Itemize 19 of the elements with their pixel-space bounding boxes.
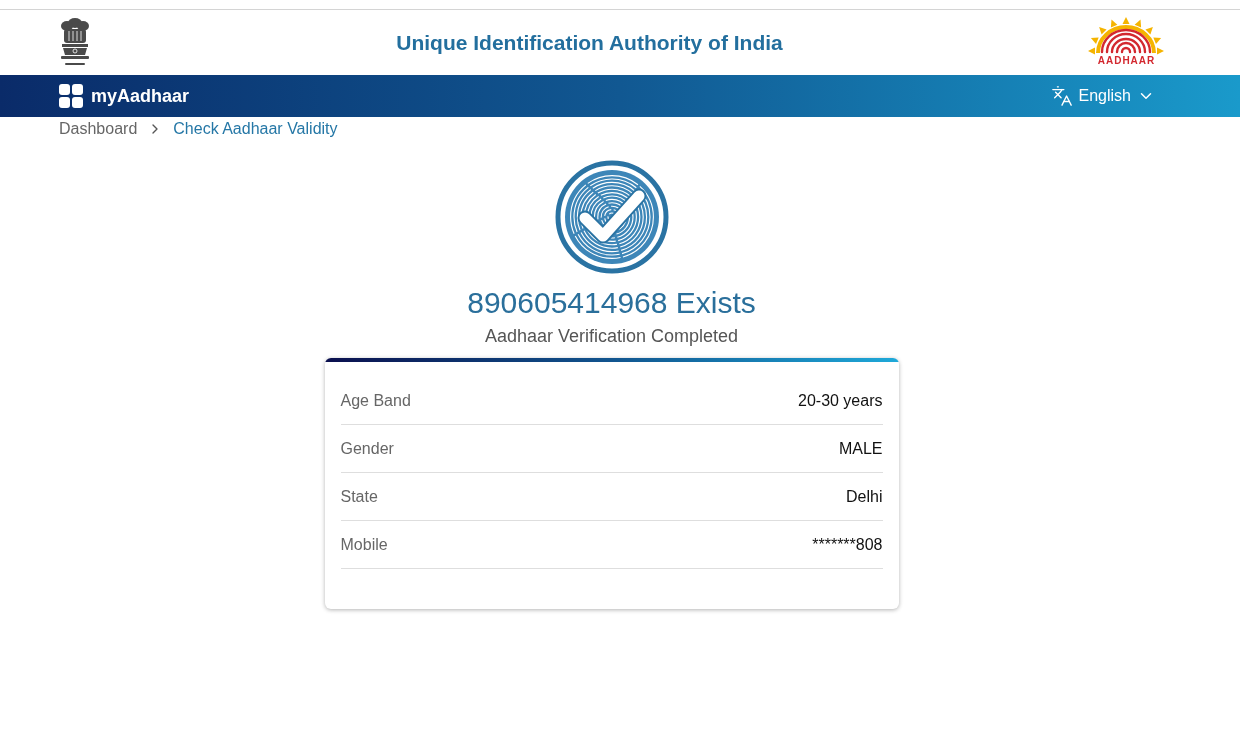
result-subtitle: Aadhaar Verification Completed xyxy=(484,325,739,348)
app-grid-icon xyxy=(59,84,83,108)
site-title: Unique Identification Authority of India xyxy=(396,29,783,56)
breadcrumb-item[interactable]: Dashboard xyxy=(59,117,138,141)
translate-icon xyxy=(1050,85,1073,107)
detail-value: *******808 xyxy=(812,534,883,555)
language-selector[interactable]: English xyxy=(1050,84,1155,108)
result-heading: 890605414968 Exists xyxy=(467,285,756,321)
app-brand[interactable]: myAadhaar xyxy=(91,82,190,110)
detail-label: State xyxy=(340,486,378,507)
detail-value: Delhi xyxy=(846,486,883,507)
fingerprint-check-icon xyxy=(554,160,669,274)
detail-value: MALE xyxy=(838,438,883,459)
detail-label: Gender xyxy=(340,438,394,459)
detail-value: 20-30 years xyxy=(798,390,883,411)
detail-label: Age Band xyxy=(340,390,411,411)
detail-label: Mobile xyxy=(340,534,388,555)
logo-wordmark: AADHAAR xyxy=(1097,55,1156,67)
breadcrumb-item: Check Aadhaar Validity xyxy=(173,119,338,139)
